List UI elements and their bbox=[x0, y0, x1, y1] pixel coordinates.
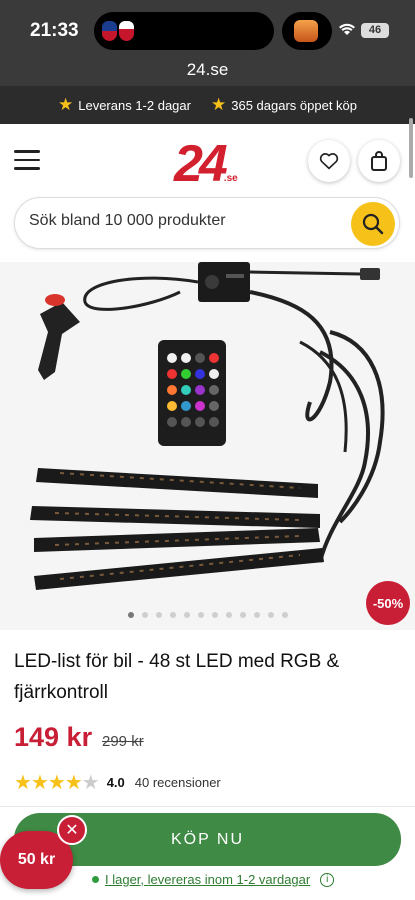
star-icon: ★ bbox=[14, 772, 32, 794]
info-icon[interactable]: i bbox=[320, 872, 335, 887]
address-bar-url[interactable]: 24.se bbox=[0, 60, 415, 80]
usp-bar: ★ Leverans 1-2 dagar ★ 365 dagars öppet … bbox=[0, 86, 415, 124]
pagination-dot[interactable] bbox=[183, 612, 190, 618]
product-rating[interactable]: ★★★★★ 4.0 40 recensioner bbox=[14, 770, 221, 795]
pagination-dot[interactable] bbox=[141, 612, 148, 618]
product-image-gallery[interactable] bbox=[0, 262, 415, 630]
usp-delivery-label: Leverans 1-2 dagar bbox=[78, 97, 191, 113]
star-icon: ★ bbox=[57, 95, 74, 114]
battery-icon: 46 bbox=[361, 23, 389, 38]
search-bar bbox=[14, 197, 400, 249]
pagination-dot[interactable] bbox=[239, 612, 246, 618]
page-scrollbar[interactable] bbox=[409, 118, 413, 178]
search-input[interactable] bbox=[29, 212, 339, 230]
close-icon[interactable]: ✕ bbox=[57, 815, 87, 845]
dynamic-island bbox=[94, 12, 274, 50]
discount-badge: -50% bbox=[366, 581, 410, 625]
pagination-dot[interactable] bbox=[127, 612, 134, 618]
pagination-dot[interactable] bbox=[169, 612, 176, 618]
wifi-icon bbox=[338, 22, 356, 41]
heart-icon bbox=[319, 153, 339, 170]
pagination-dot[interactable] bbox=[281, 612, 288, 618]
cart-button[interactable] bbox=[358, 140, 400, 182]
search-button[interactable] bbox=[351, 202, 395, 246]
browser-chrome: 21:33 46 24.se bbox=[0, 0, 415, 86]
rating-stars: ★★★★★ bbox=[14, 770, 100, 795]
site-header: 24.se bbox=[0, 124, 415, 200]
star-icon: ★ bbox=[210, 95, 227, 114]
image-pagination[interactable] bbox=[0, 612, 415, 618]
star-icon: ★ bbox=[81, 772, 100, 794]
status-time: 21:33 bbox=[30, 20, 79, 41]
rating-score: 4.0 bbox=[106, 775, 125, 790]
product-image bbox=[30, 262, 385, 590]
product-price: 149 kr bbox=[14, 722, 93, 752]
live-activity-icon bbox=[102, 21, 136, 41]
original-price: 299 kr bbox=[102, 733, 144, 750]
star-icon: ★ bbox=[64, 772, 83, 794]
usp-returns: ★ 365 dagars öppet köp bbox=[211, 95, 357, 115]
stock-status: I lager, levereras inom 1-2 vardagar i bbox=[92, 872, 335, 887]
pagination-dot[interactable] bbox=[211, 612, 218, 618]
site-logo[interactable]: 24.se bbox=[174, 134, 238, 194]
star-icon: ★ bbox=[30, 772, 49, 794]
in-stock-dot-icon bbox=[92, 876, 99, 883]
pagination-dot[interactable] bbox=[155, 612, 162, 618]
search-icon bbox=[362, 213, 384, 235]
pagination-dot[interactable] bbox=[267, 612, 274, 618]
shopping-bag-icon bbox=[371, 151, 387, 171]
review-count[interactable]: 40 recensioner bbox=[135, 775, 221, 790]
stock-status-text[interactable]: I lager, levereras inom 1-2 vardagar bbox=[105, 872, 310, 887]
menu-icon[interactable] bbox=[14, 150, 40, 170]
usp-delivery: ★ Leverans 1-2 dagar bbox=[58, 95, 191, 115]
pagination-dot[interactable] bbox=[197, 612, 204, 618]
usp-returns-label: 365 dagars öppet köp bbox=[231, 97, 358, 113]
divider bbox=[0, 806, 415, 807]
pagination-dot[interactable] bbox=[253, 612, 260, 618]
favorites-button[interactable] bbox=[308, 140, 350, 182]
product-title: LED-list för bil - 48 st LED med RGB & f… bbox=[14, 651, 340, 703]
pagination-dot[interactable] bbox=[225, 612, 232, 618]
star-icon: ★ bbox=[47, 772, 66, 794]
live-activity-app-icon bbox=[282, 12, 332, 50]
